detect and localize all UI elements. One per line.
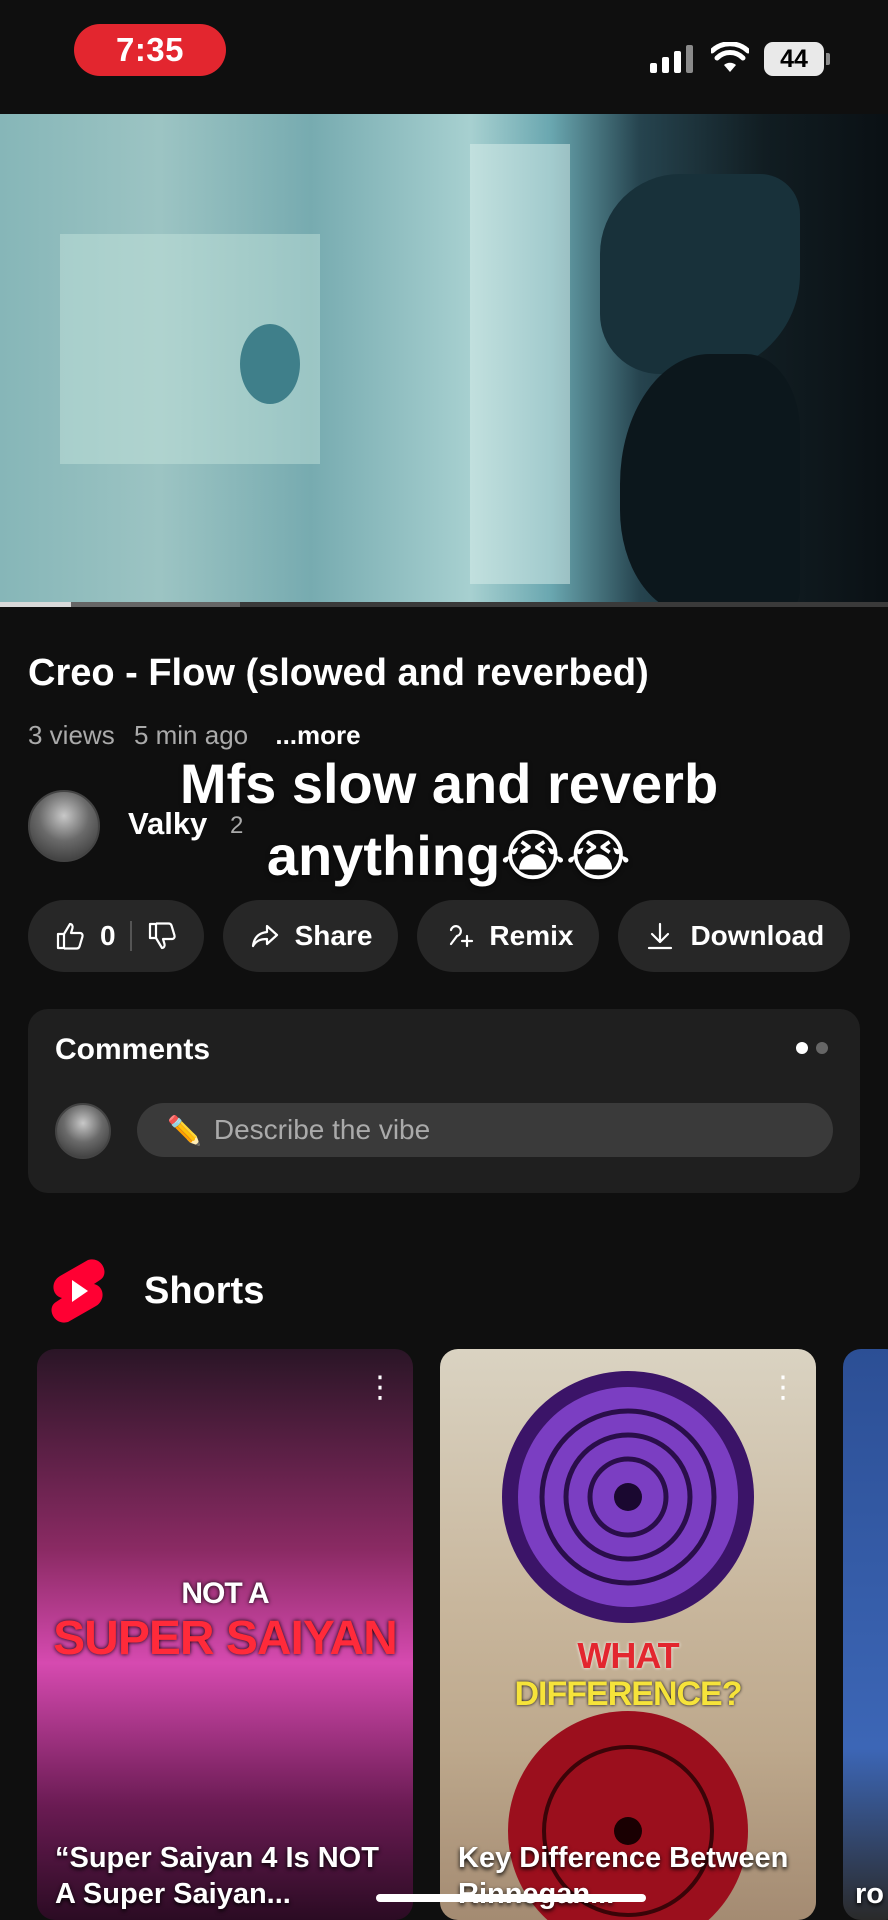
shorts-title: Shorts xyxy=(144,1269,265,1312)
more-options-icon[interactable]: ⋮ xyxy=(768,1373,798,1403)
more-options-icon[interactable]: ⋮ xyxy=(365,1373,395,1403)
divider xyxy=(129,921,132,951)
comments-panel[interactable]: Comments ✏️ Describe the vibe xyxy=(28,1009,860,1193)
remix-button[interactable]: Remix xyxy=(417,900,600,972)
rinnegan-eye-icon xyxy=(502,1371,754,1623)
like-icon[interactable] xyxy=(54,920,86,952)
remix-label: Remix xyxy=(489,920,574,951)
remix-icon xyxy=(450,925,474,948)
comment-input[interactable]: ✏️ Describe the vibe xyxy=(137,1103,833,1157)
like-dislike-pill: 0 xyxy=(28,900,204,972)
thumbnail-text: WHAT xyxy=(577,1635,679,1676)
thumbnail-text: SUPER SAIYAN xyxy=(53,1612,398,1665)
video-meta: 3 views 5 min ago ...more xyxy=(28,720,373,751)
download-icon xyxy=(648,922,673,950)
status-time[interactable]: 7:35 xyxy=(74,24,226,76)
pencil-icon: ✏️ xyxy=(167,1114,202,1146)
shorts-shelf: Shorts NOT A SUPER SAIYAN ⋮ “Super Saiya… xyxy=(0,1212,888,1920)
comment-placeholder: Describe the vibe xyxy=(213,1114,431,1145)
download-button[interactable]: Download xyxy=(618,900,851,972)
comments-title: Comments xyxy=(55,1033,211,1066)
share-label: Share xyxy=(294,920,373,951)
video-progress-bar[interactable] xyxy=(0,602,888,607)
short-card[interactable]: NOT A SUPER SAIYAN ⋮ “Super Saiyan 4 Is … xyxy=(37,1349,413,1920)
video-player[interactable] xyxy=(0,114,888,602)
short-card[interactable]: ro xyxy=(843,1349,888,1920)
shorts-logo-icon xyxy=(51,1259,105,1323)
more-link[interactable]: ...more xyxy=(275,720,360,750)
view-count: 3 views xyxy=(28,720,115,750)
dislike-icon[interactable] xyxy=(146,920,178,952)
short-title: “Super Saiyan 4 Is NOT A Super Saiyan... xyxy=(55,1842,379,1910)
carousel-dots xyxy=(796,1042,828,1054)
action-bar: 0 Share Remix Download xyxy=(28,900,851,972)
download-label: Download xyxy=(690,920,825,951)
user-avatar xyxy=(55,1103,111,1159)
video-title[interactable]: Creo - Flow (slowed and reverbed) xyxy=(28,652,649,695)
thumbnail-text: NOT A xyxy=(181,1577,269,1610)
short-card[interactable]: WHAT DIFFERENCE? ⋮ Key Difference Betwee… xyxy=(440,1349,816,1920)
battery-indicator: 44 xyxy=(764,42,830,76)
thumbnail-text: DIFFERENCE? xyxy=(514,1675,743,1713)
progress-played xyxy=(0,602,72,607)
upload-age: 5 min ago xyxy=(133,720,249,750)
share-icon xyxy=(251,924,278,948)
like-count: 0 xyxy=(100,920,116,951)
video-caption-overlay: Mfs slow and reverb anything😭😭 xyxy=(179,752,719,887)
short-title: ro xyxy=(855,1878,884,1910)
wifi-icon xyxy=(711,42,749,72)
cellular-signal-icon xyxy=(650,45,693,73)
status-bar: 7:35 44 xyxy=(0,0,888,108)
share-button[interactable]: Share xyxy=(222,900,399,972)
home-indicator xyxy=(376,1894,646,1902)
shorts-header: Shorts xyxy=(48,1256,264,1326)
